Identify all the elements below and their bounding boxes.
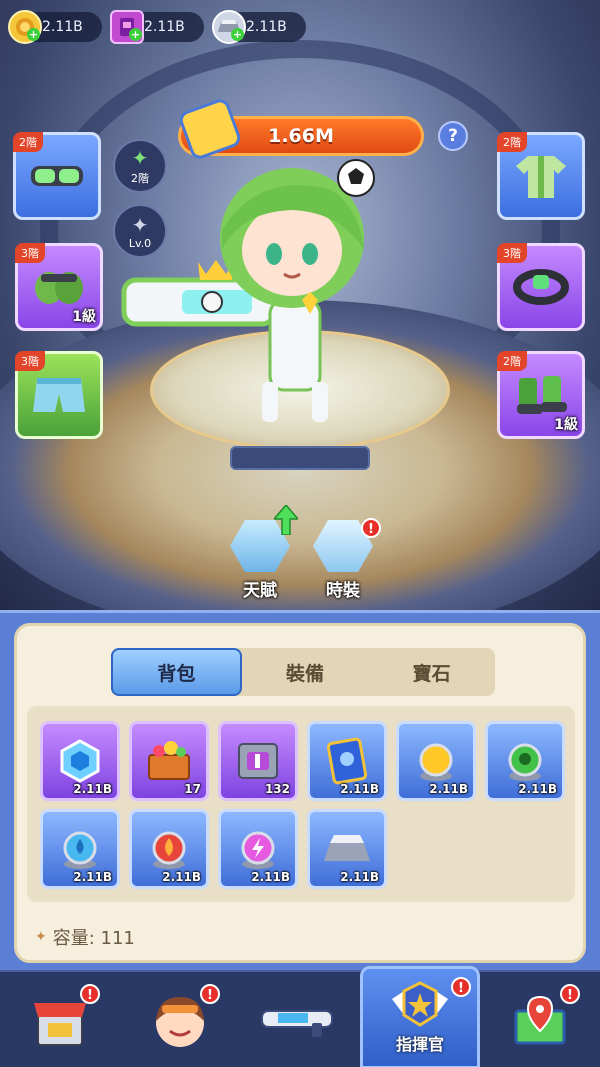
item-count: 17	[184, 782, 201, 796]
nav-map[interactable]: !	[480, 972, 600, 1067]
lion-coin-icon: +	[8, 10, 42, 44]
item-slot[interactable]: 2.11B	[307, 809, 387, 889]
equip-slot-goggles[interactable]: 2階	[13, 132, 101, 220]
equip-slot-shorts[interactable]: 3階	[15, 351, 103, 439]
resource-value: 2.11B	[42, 19, 83, 35]
jersey-icon	[516, 156, 566, 198]
green-skull-orb-icon	[508, 743, 542, 781]
resource-ingot[interactable]: + 2.11B	[212, 10, 306, 44]
silver-ingot-icon: +	[212, 10, 246, 44]
resource-book[interactable]: + 2.11B	[110, 10, 204, 44]
upgrade-arrow-icon	[274, 505, 298, 535]
nav-shop[interactable]: !	[0, 972, 120, 1067]
shorts-icon	[33, 378, 85, 412]
slot-tier: 2階	[497, 132, 527, 152]
plus-icon[interactable]: +	[129, 28, 142, 41]
commander-badge-icon	[392, 980, 448, 1027]
bracelet-icon	[513, 269, 569, 305]
nav-commander-label: 指揮官	[395, 1034, 444, 1054]
alert-badge: !	[80, 984, 100, 1004]
item-count: 2.11B	[73, 870, 112, 884]
equip-slot-bracelet[interactable]: 3階	[497, 243, 585, 331]
alert-badge: !	[200, 984, 220, 1004]
item-slot[interactable]: 2.11B	[396, 721, 476, 801]
goggles-icon	[31, 166, 83, 186]
blue-book-icon	[326, 737, 368, 785]
slot-tier: 2階	[13, 132, 43, 152]
resource-value: 2.11B	[144, 19, 185, 35]
hero-character[interactable]	[120, 150, 450, 440]
item-grid: 2.11B 17 132 2.11B 2.11B 2.11B 2.11B 2.1…	[27, 706, 575, 902]
nav-commander[interactable]: 指揮官 !	[360, 966, 480, 1067]
item-slot[interactable]: 2.11B	[307, 721, 387, 801]
yellow-orb-icon	[419, 743, 453, 781]
tab-backpack[interactable]: 背包	[111, 648, 242, 696]
nav-weapon[interactable]	[240, 972, 360, 1067]
inventory-tabs: 背包 裝備 寶石	[111, 648, 495, 696]
shop-icon	[34, 1002, 86, 1046]
capacity-text: 容量: 111	[52, 928, 135, 949]
resource-bar: + 2.11B + 2.11B + 2.11B	[8, 10, 306, 44]
slot-level: 1級	[72, 309, 96, 325]
power-value: 1.66M	[268, 125, 334, 147]
fire-orb-icon	[152, 831, 186, 869]
resource-value: 2.11B	[246, 19, 287, 35]
water-orb-icon	[63, 831, 97, 869]
tab-equipment[interactable]: 裝備	[242, 648, 369, 696]
sparkle-icon: ✦	[35, 929, 47, 945]
item-slot[interactable]: 17	[129, 721, 209, 801]
alert-badge: !	[560, 984, 580, 1004]
resource-coin[interactable]: + 2.11B	[8, 10, 102, 44]
inventory-panel: 背包 裝備 寶石 2.11B 17 132 2.11B 2.11B 2.11B …	[0, 610, 600, 970]
nav-character[interactable]: !	[120, 972, 240, 1067]
talent-label: 天賦	[243, 581, 277, 601]
item-count: 2.11B	[518, 782, 557, 796]
gloves-icon	[35, 272, 83, 304]
tab-gems[interactable]: 寶石	[368, 648, 495, 696]
item-count: 132	[264, 782, 290, 796]
item-count: 2.11B	[162, 870, 201, 884]
plus-icon[interactable]: +	[27, 28, 40, 41]
item-count: 2.11B	[251, 870, 290, 884]
item-slot[interactable]: 2.11B	[485, 721, 565, 801]
equip-slot-jersey[interactable]: 2階	[497, 132, 585, 220]
slot-level: 1級	[554, 417, 578, 433]
blaster-gun-icon	[261, 1009, 333, 1037]
purple-book-icon: +	[110, 10, 144, 44]
help-button[interactable]: ?	[438, 121, 468, 151]
item-count: 2.11B	[73, 782, 112, 796]
capacity-row: ✦ 容量: 111	[35, 924, 135, 950]
inventory-card: 背包 裝備 寶石 2.11B 17 132 2.11B 2.11B 2.11B …	[14, 623, 586, 963]
item-slot[interactable]: 2.11B	[40, 721, 120, 801]
equip-slot-boots[interactable]: 2階 1級	[497, 351, 585, 439]
map-pin-icon	[514, 995, 566, 1044]
item-count: 2.11B	[340, 782, 379, 796]
slot-tier: 3階	[15, 351, 45, 371]
blue-gem-frame-icon	[60, 739, 100, 783]
alert-badge: !	[451, 977, 471, 997]
bottom-nav: ! ! 指揮官 ! !	[0, 966, 600, 1067]
plus-icon[interactable]: +	[231, 28, 244, 41]
item-slot[interactable]: 2.11B	[40, 809, 120, 889]
item-count: 2.11B	[340, 870, 379, 884]
slot-tier: 3階	[15, 243, 45, 263]
item-slot[interactable]: 132	[218, 721, 298, 801]
item-slot[interactable]: 2.11B	[218, 809, 298, 889]
slot-tier: 3階	[497, 243, 527, 263]
hammer-box-icon	[238, 743, 278, 779]
treasure-chest-icon	[148, 741, 190, 780]
costume-label: 時裝	[326, 581, 360, 601]
platform-slot	[230, 446, 370, 470]
item-slot[interactable]: 2.11B	[129, 809, 209, 889]
boots-icon	[517, 376, 567, 414]
silver-ingot-icon	[324, 835, 370, 861]
alert-badge: !	[361, 518, 381, 538]
item-count: 2.11B	[429, 782, 468, 796]
lightning-orb-icon	[241, 831, 275, 869]
slot-tier: 2階	[497, 351, 527, 371]
equip-slot-gloves[interactable]: 3階 1級	[15, 243, 103, 331]
